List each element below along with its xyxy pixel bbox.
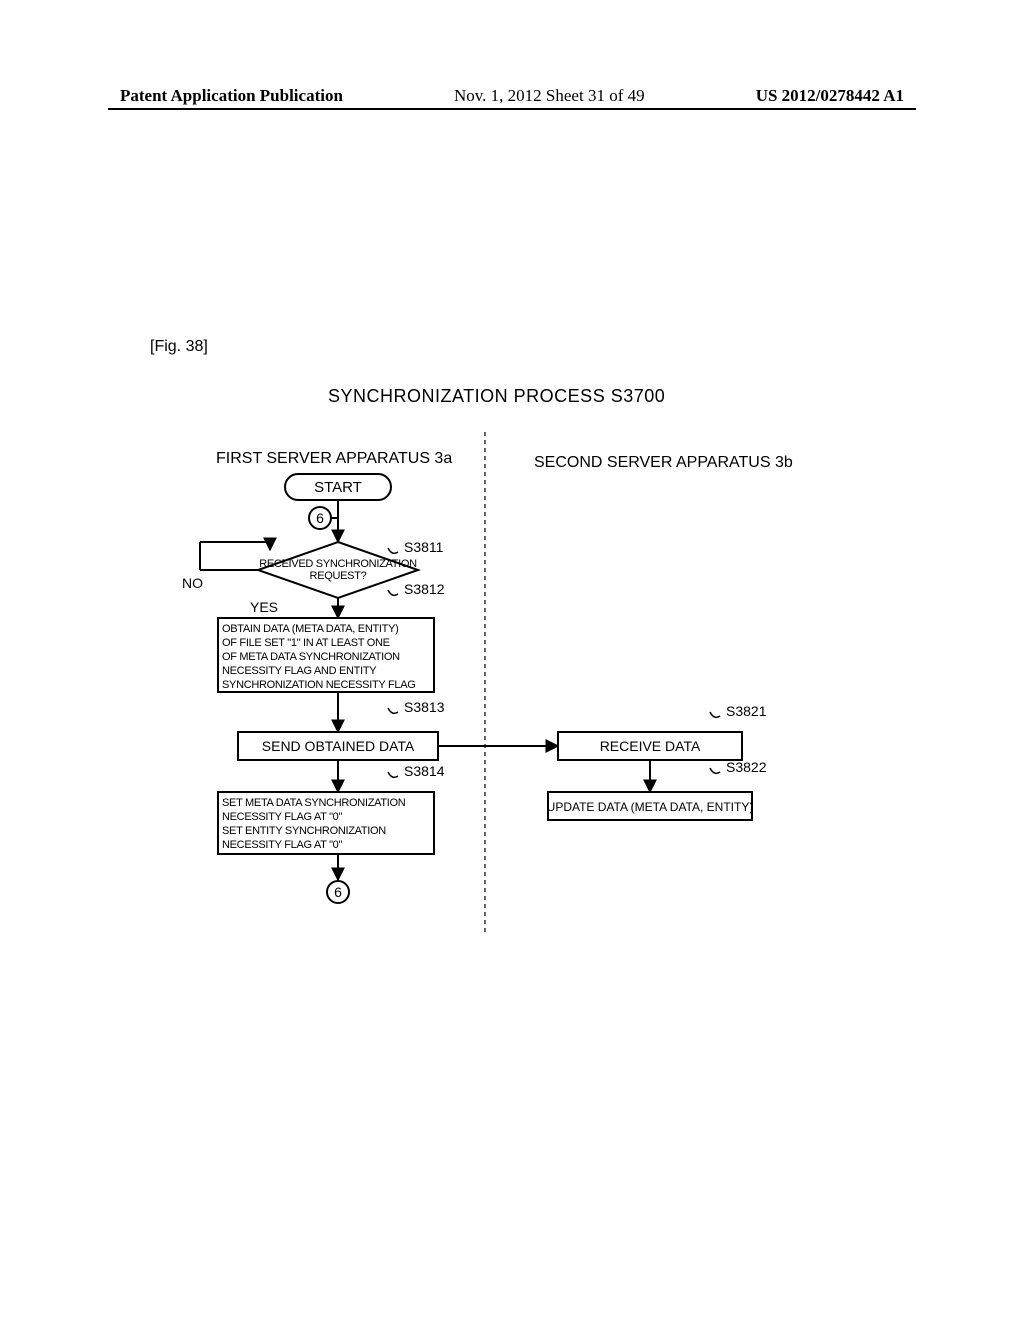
setflags-l3: SET ENTITY SYNCHRONIZATION [222, 825, 386, 837]
figure-label: [Fig. 38] [150, 338, 208, 356]
header-right: US 2012/0278442 A1 [756, 86, 904, 106]
setflags-l4: NECESSITY FLAG AT "0" [222, 839, 343, 851]
process-title: SYNCHRONIZATION PROCESS S3700 [328, 386, 665, 407]
setflags-l1: SET META DATA SYNCHRONIZATION [222, 797, 406, 809]
update-box: UPDATE DATA (META DATA, ENTITY) [547, 800, 754, 814]
decision-line1: RECEIVED SYNCHRONIZATION [259, 558, 417, 570]
obtain-l5: SYNCHRONIZATION NECESSITY FLAG [222, 679, 416, 691]
send-box: SEND OBTAINED DATA [262, 738, 415, 754]
label-s3812: S3812 [404, 581, 445, 597]
receive-box: RECEIVE DATA [600, 738, 701, 754]
start-node: START [314, 479, 362, 496]
label-s3814: S3814 [404, 763, 445, 779]
setflags-l2: NECESSITY FLAG AT "0" [222, 811, 343, 823]
yes-label: YES [250, 599, 278, 615]
label-s3813: S3813 [404, 699, 445, 715]
obtain-l3: OF META DATA SYNCHRONIZATION [222, 651, 400, 663]
header-center: Nov. 1, 2012 Sheet 31 of 49 [454, 86, 645, 106]
flowchart: START 6 RECEIVED SYNCHRONIZATION REQUEST… [150, 432, 870, 967]
page-header: Patent Application Publication Nov. 1, 2… [0, 86, 1024, 106]
obtain-l4: NECESSITY FLAG AND ENTITY [222, 665, 377, 677]
label-s3821: S3821 [726, 703, 767, 719]
decision-line2: REQUEST? [310, 570, 367, 582]
connector-6-bottom: 6 [334, 884, 342, 900]
obtain-l1: OBTAIN DATA (META DATA, ENTITY) [222, 623, 399, 635]
label-s3822: S3822 [726, 759, 767, 775]
no-label: NO [182, 575, 203, 591]
connector-6-top: 6 [316, 510, 324, 526]
label-s3811: S3811 [404, 539, 444, 555]
header-left: Patent Application Publication [120, 86, 343, 106]
obtain-l2: OF FILE SET "1" IN AT LEAST ONE [222, 637, 390, 649]
header-rule [108, 108, 916, 110]
